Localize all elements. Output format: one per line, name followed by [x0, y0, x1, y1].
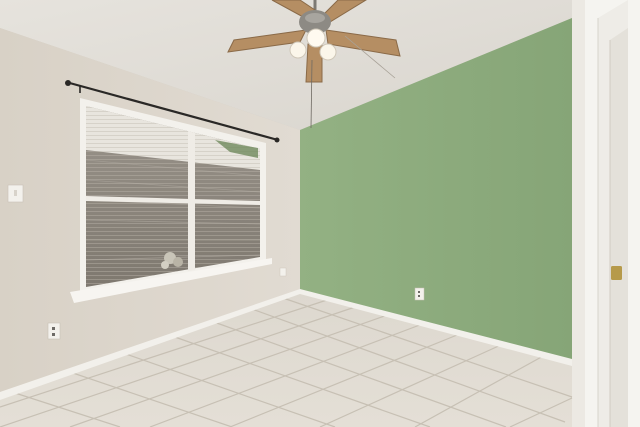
small-outlet-corner	[279, 267, 287, 277]
fan-light-center	[306, 28, 326, 48]
door-latch-plate	[611, 266, 622, 280]
fan-light-left	[289, 41, 307, 59]
fan-blade-bottom	[305, 43, 323, 83]
room-scene	[0, 0, 640, 427]
wall-outlet-green	[414, 287, 425, 301]
door-frame	[585, 0, 640, 427]
wall-outlet-left	[47, 322, 61, 340]
light-switch	[7, 184, 24, 203]
fan-light-right	[319, 43, 337, 61]
window-mullion	[188, 131, 195, 271]
